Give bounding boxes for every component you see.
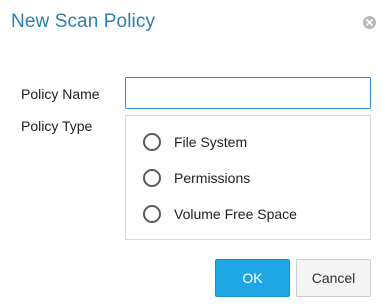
- radio-button[interactable]: [143, 133, 161, 151]
- policy-type-label: Policy Type: [21, 118, 93, 134]
- ok-button[interactable]: OK: [215, 259, 290, 297]
- radio-label: Volume Free Space: [174, 206, 297, 222]
- policy-name-input[interactable]: [125, 77, 371, 109]
- policy-type-option-permissions[interactable]: Permissions: [143, 168, 363, 188]
- policy-type-option-volume-free-space[interactable]: Volume Free Space: [143, 204, 363, 224]
- close-icon[interactable]: [363, 16, 376, 29]
- policy-type-radio-group: File System Permissions Volume Free Spac…: [125, 115, 371, 240]
- cancel-button[interactable]: Cancel: [296, 259, 371, 297]
- radio-label: File System: [174, 134, 248, 150]
- dialog-title: New Scan Policy: [11, 11, 156, 32]
- radio-button[interactable]: [143, 169, 161, 187]
- radio-label: Permissions: [174, 170, 251, 186]
- policy-name-label: Policy Name: [21, 86, 100, 102]
- new-scan-policy-dialog: New Scan Policy Policy Name Policy Type …: [0, 0, 390, 304]
- policy-type-option-file-system[interactable]: File System: [143, 132, 363, 152]
- radio-button[interactable]: [143, 205, 161, 223]
